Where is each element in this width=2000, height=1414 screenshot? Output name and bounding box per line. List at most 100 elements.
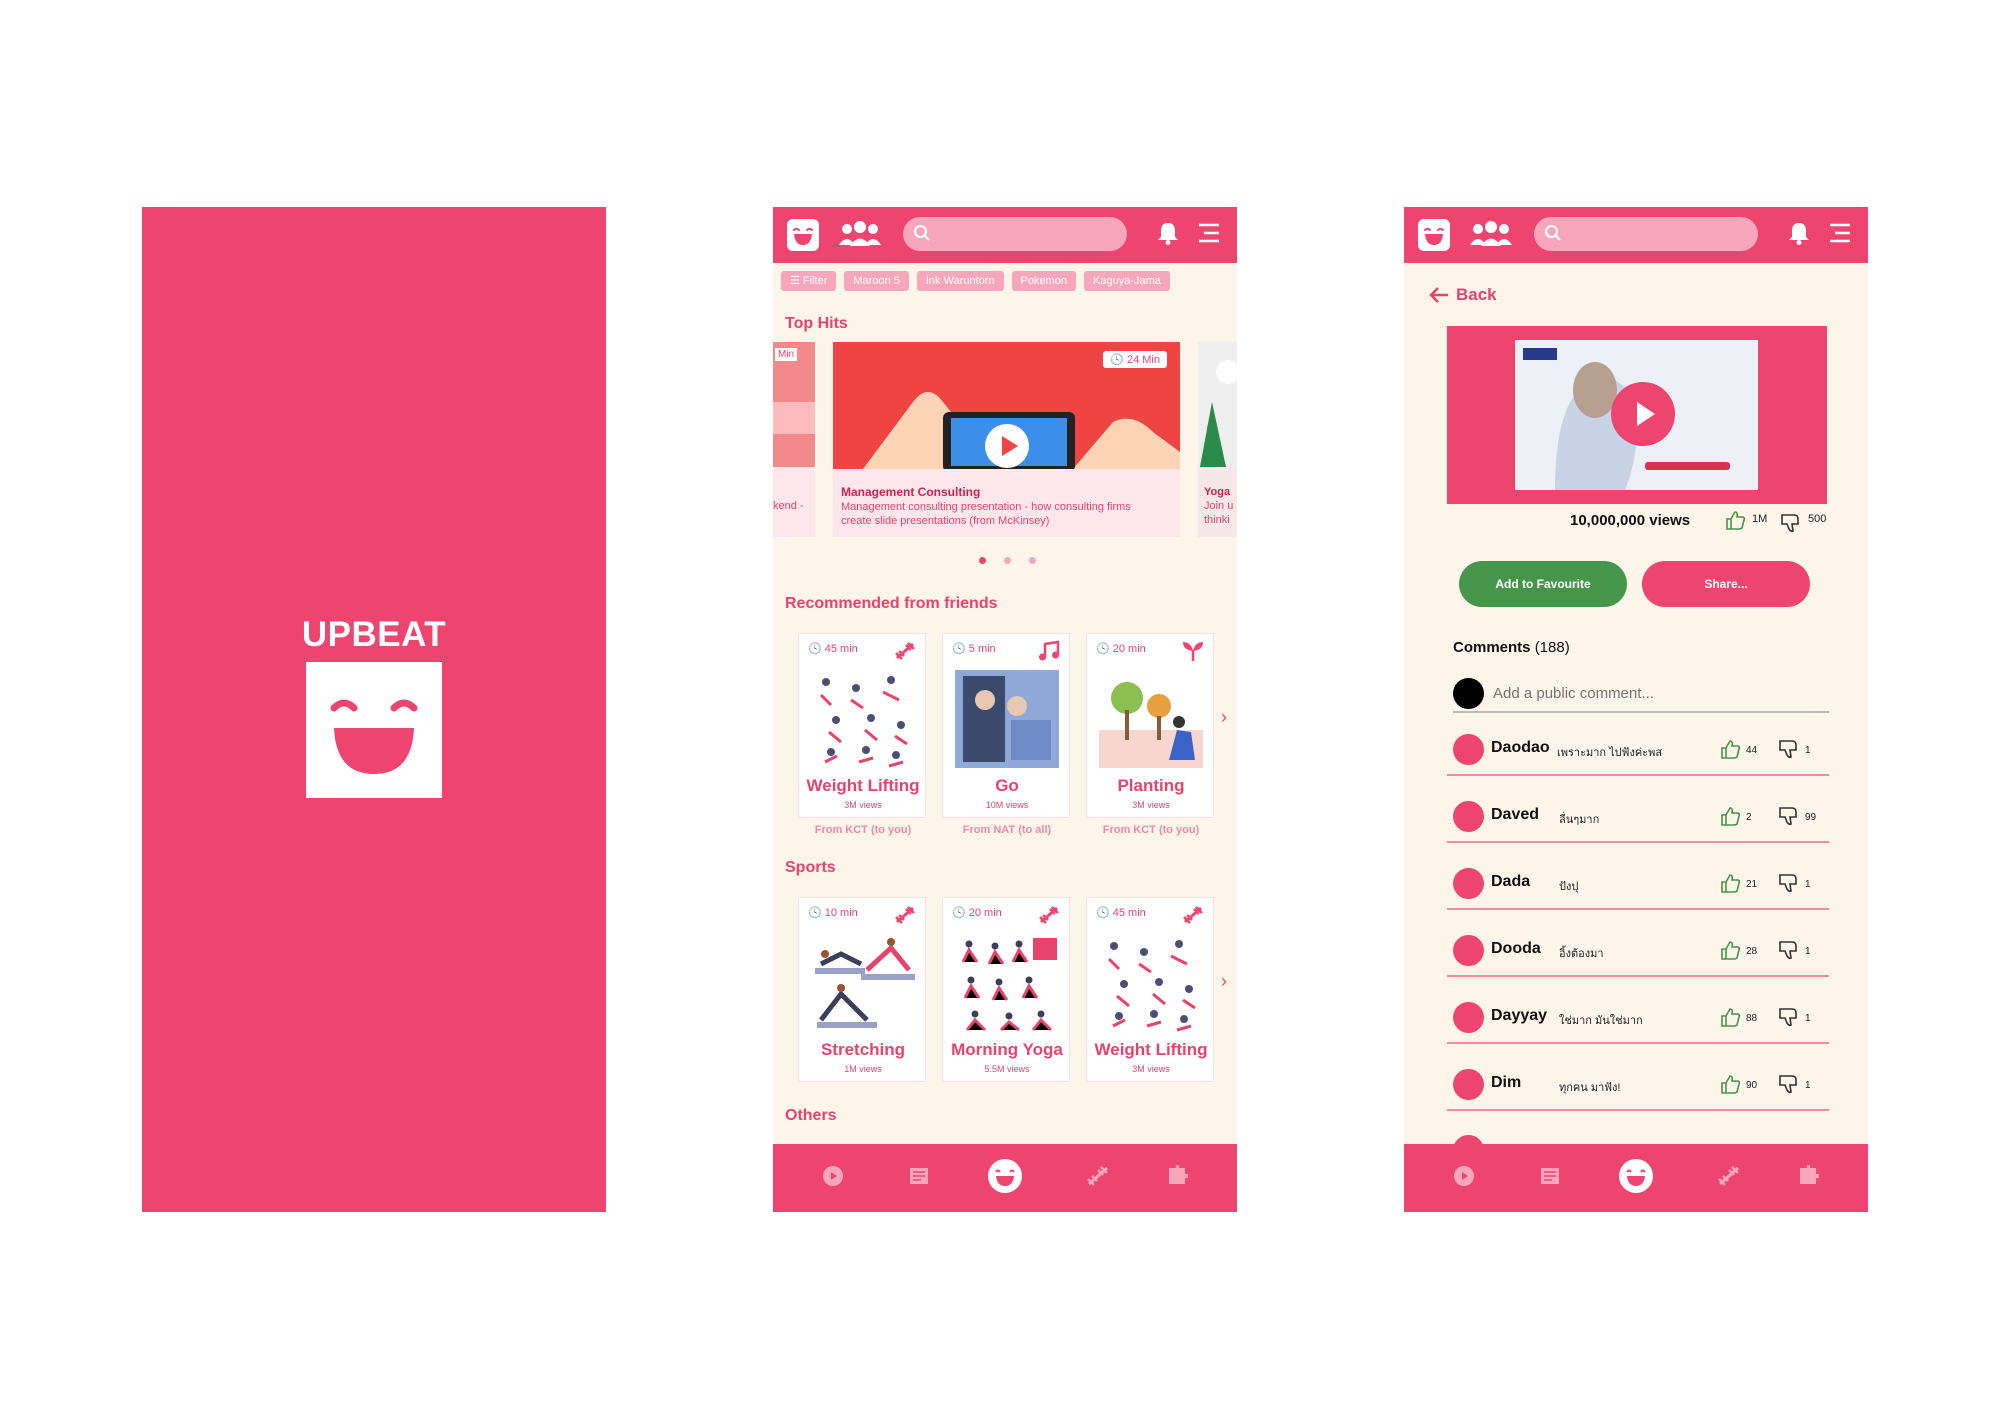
nav-play-icon[interactable]	[821, 1164, 845, 1193]
search-input[interactable]	[903, 217, 1127, 251]
friends-icon[interactable]	[837, 221, 883, 252]
dislike-count: 1	[1805, 946, 1811, 957]
dislike-icon[interactable]	[1777, 1073, 1799, 1100]
card-duration: 🕓 20 min	[1096, 643, 1146, 655]
nav-news-icon[interactable]	[1538, 1164, 1562, 1193]
video-play-button[interactable]	[1611, 382, 1675, 446]
like-icon[interactable]	[1724, 509, 1746, 536]
card-duration: 🕓 5 min	[952, 643, 996, 655]
nav-home-icon[interactable]	[1618, 1158, 1654, 1199]
dislike-icon[interactable]	[1779, 512, 1801, 539]
bell-icon[interactable]	[1788, 221, 1810, 250]
nav-games-icon[interactable]	[1165, 1164, 1189, 1193]
card-views: 3M views	[844, 800, 882, 810]
video-card[interactable]: 🕓 20 min Morning Yoga 5.5M views	[942, 897, 1070, 1082]
dislike-count: 1	[1805, 879, 1811, 890]
search-icon	[1544, 224, 1562, 247]
card-views: 10M views	[985, 800, 1029, 810]
comment-item: Dim ทุกคน มาฟัง! 90 1	[1447, 1061, 1829, 1111]
video-card[interactable]: 🕓 45 min Weight Lifting 3M views From KC…	[798, 633, 926, 836]
chip-filter[interactable]: ☰ Filter	[781, 271, 837, 291]
dumbbell-icon	[1037, 904, 1061, 931]
video-card[interactable]: 🕓 20 min Planting 3M views From KCT (to …	[1086, 633, 1214, 836]
dumbbell-icon	[893, 904, 917, 931]
sports-row: 🕓 10 min Stretching 1M views 🕓 20 min Mo…	[798, 897, 1214, 1082]
nav-games-icon[interactable]	[1796, 1164, 1820, 1193]
nav-sports-icon[interactable]	[1716, 1164, 1742, 1193]
dislike-icon[interactable]	[1777, 805, 1799, 832]
filter-chips: ☰ Filter Maroon 5 Ink Waruntorn Pokemon …	[781, 271, 1233, 291]
dislike-icon[interactable]	[1777, 872, 1799, 899]
video-card[interactable]: 🕓 5 min Go 10M views From NAT (to all)	[942, 633, 1070, 836]
card-title: Go	[995, 776, 1019, 795]
menu-icon[interactable]	[1829, 223, 1851, 248]
hero-play-button[interactable]	[985, 424, 1029, 468]
carousel-dot[interactable]	[1029, 557, 1036, 564]
card-illustration	[955, 934, 1059, 1032]
recommended-next-arrow-icon[interactable]: ›	[1221, 707, 1227, 728]
card-title: Stretching	[820, 1040, 906, 1059]
avatar	[1453, 1002, 1484, 1033]
nav-play-icon[interactable]	[1452, 1164, 1476, 1193]
like-icon[interactable]	[1719, 939, 1741, 966]
dislike-icon[interactable]	[1777, 1006, 1799, 1033]
chip-maroon-5[interactable]: Maroon 5	[844, 271, 909, 291]
card-duration: 🕓 45 min	[808, 643, 858, 655]
card-illustration	[811, 934, 915, 1032]
chip-ink-waruntorn[interactable]: Ink Waruntorn	[916, 271, 1004, 291]
nav-sports-icon[interactable]	[1085, 1164, 1111, 1193]
next-card-title: Yoga	[1204, 486, 1231, 498]
carousel-dot[interactable]	[1004, 557, 1011, 564]
chip-pokemon[interactable]: Pokemon	[1011, 271, 1077, 291]
video-card[interactable]: 🕓 45 min Weight Lifting 3M views	[1086, 897, 1214, 1082]
top-bar	[773, 207, 1237, 263]
like-count: 1M	[1752, 513, 1768, 525]
top-hit-card[interactable]: 🕓 24 Min Management Consulting Managemen…	[833, 342, 1180, 537]
comment-input[interactable]	[1493, 681, 1813, 705]
dislike-icon[interactable]	[1777, 939, 1799, 966]
comment-author: Dada	[1491, 873, 1531, 890]
like-icon[interactable]	[1719, 1073, 1741, 1100]
friends-icon[interactable]	[1468, 221, 1514, 252]
splash-screen: UPBEAT	[142, 207, 606, 1212]
hero-duration: 🕓 24 Min	[1103, 351, 1167, 368]
top-bar	[1404, 207, 1868, 263]
others-title: Others	[785, 1107, 837, 1124]
like-icon[interactable]	[1719, 872, 1741, 899]
home-logo-icon[interactable]	[787, 219, 819, 251]
next-card-line2: thinki	[1204, 514, 1230, 526]
home-logo-icon[interactable]	[1418, 219, 1450, 251]
search-input[interactable]	[1534, 217, 1758, 251]
dislike-icon[interactable]	[1777, 738, 1799, 765]
like-icon[interactable]	[1719, 805, 1741, 832]
bottom-nav	[773, 1144, 1237, 1212]
bell-icon[interactable]	[1157, 221, 1179, 250]
add-comment-row	[1453, 675, 1829, 713]
carousel-prev-card[interactable]: Min kend -	[773, 342, 815, 537]
comments-count: (188)	[1534, 639, 1570, 656]
card-views: 3M views	[1132, 800, 1170, 810]
like-icon[interactable]	[1719, 1006, 1741, 1033]
nav-news-icon[interactable]	[907, 1164, 931, 1193]
card-illustration	[955, 670, 1059, 768]
card-from: From KCT (to you)	[1102, 824, 1200, 836]
like-count: 44	[1746, 745, 1758, 756]
video-player[interactable]	[1447, 326, 1827, 504]
back-button[interactable]: Back	[1428, 285, 1497, 305]
carousel-dot[interactable]	[979, 557, 986, 564]
menu-icon[interactable]	[1198, 223, 1220, 248]
share-button[interactable]: Share...	[1642, 561, 1810, 607]
like-icon[interactable]	[1719, 738, 1741, 765]
nav-home-icon[interactable]	[987, 1158, 1023, 1199]
carousel-next-card[interactable]: Yoga Join u thinki	[1198, 342, 1237, 537]
card-illustration	[1099, 934, 1203, 1032]
comment-author: Daodao	[1491, 739, 1550, 756]
comment-author: Dooda	[1491, 940, 1541, 957]
sports-next-arrow-icon[interactable]: ›	[1221, 971, 1227, 992]
video-card[interactable]: 🕓 10 min Stretching 1M views	[798, 897, 926, 1082]
comment-item: Dayyay ใช่มาก มันใช่มาก 88 1	[1447, 994, 1829, 1044]
chip-kaguya-jama[interactable]: Kaguya-Jama	[1084, 271, 1170, 291]
add-to-favourite-button[interactable]: Add to Favourite	[1459, 561, 1627, 607]
like-count: 2	[1746, 812, 1752, 823]
video-thumbnail	[1515, 340, 1758, 490]
